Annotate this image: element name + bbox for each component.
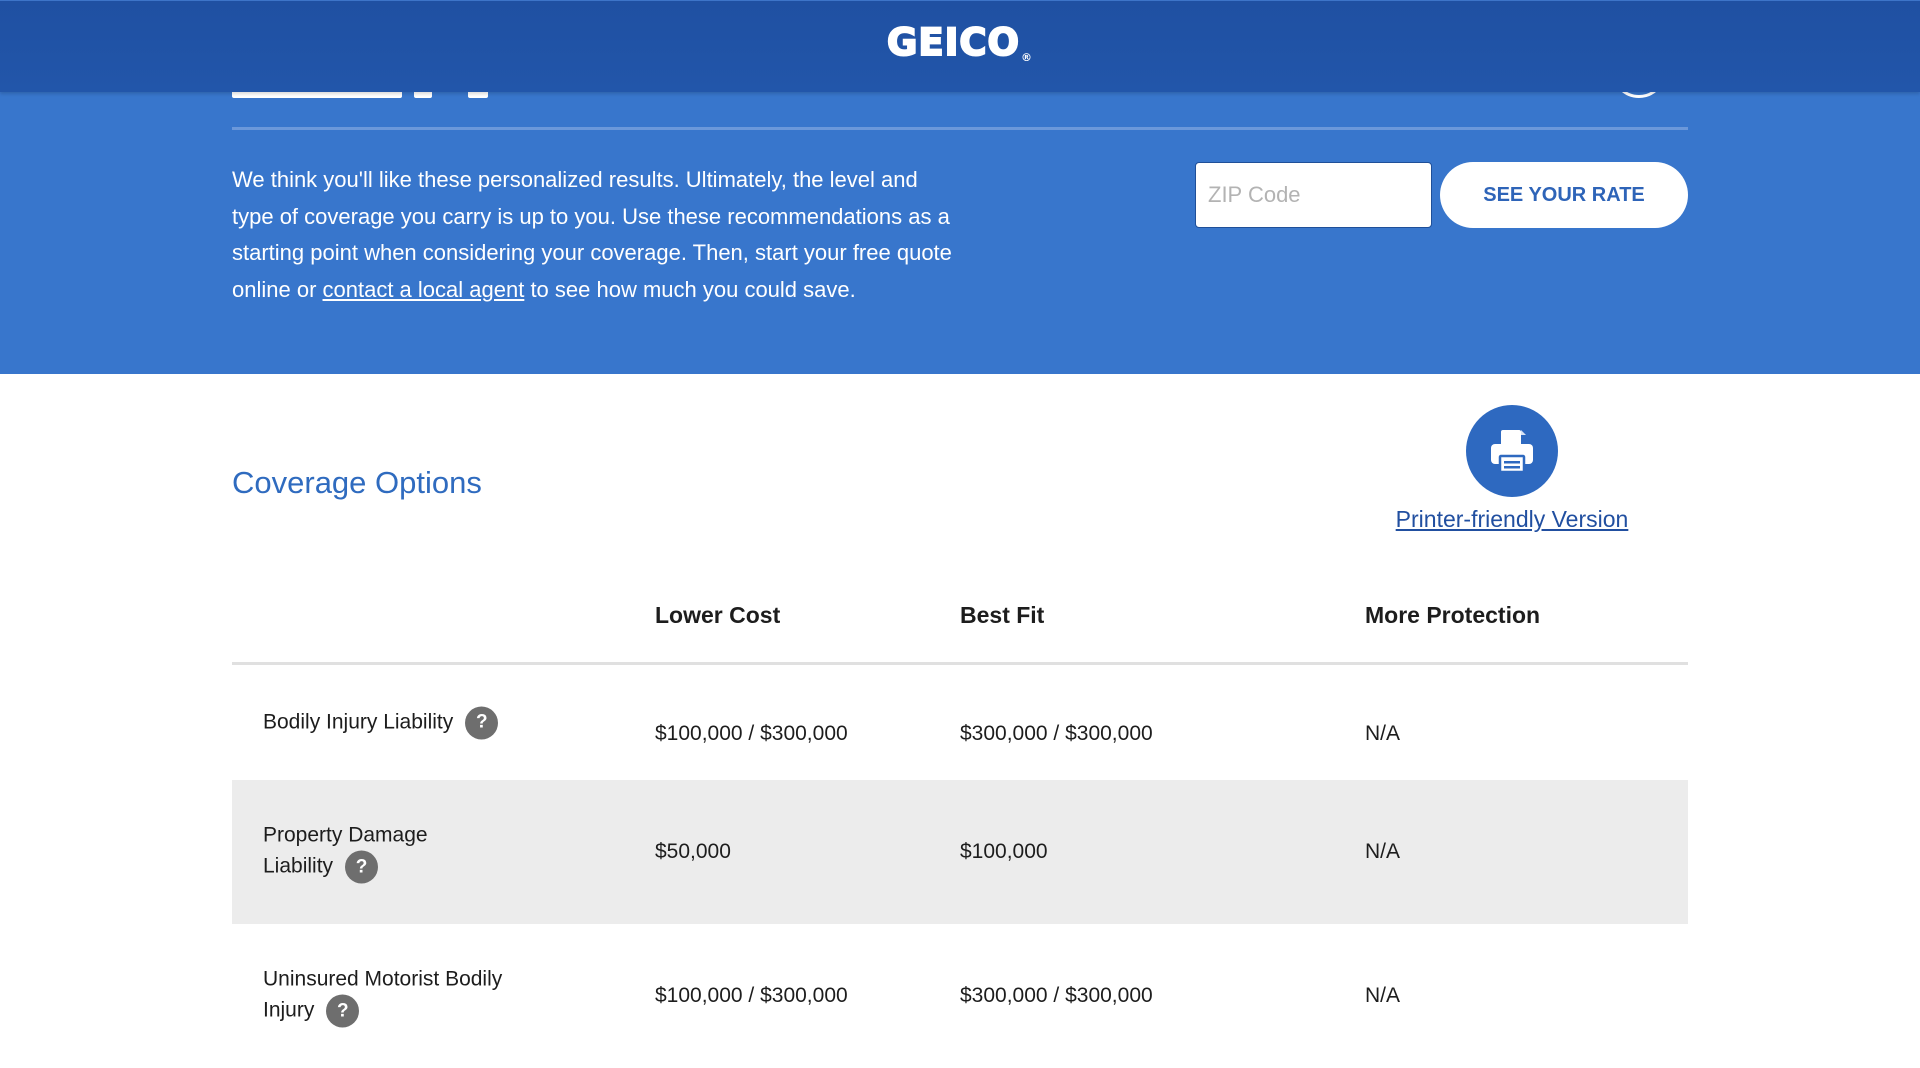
lower-cost-value: $100,000 / $300,000 bbox=[655, 722, 848, 745]
contact-local-agent-link[interactable]: contact a local agent bbox=[323, 277, 525, 302]
table-row: Bodily Injury Liability? $100,000 / $300… bbox=[232, 665, 1688, 780]
logo-text: GEICO bbox=[886, 20, 1021, 65]
column-best-fit: Best Fit bbox=[960, 602, 1045, 628]
coverage-options-title: Coverage Options bbox=[232, 465, 482, 500]
row-label-text: Uninsured Motorist Bodily Injury bbox=[263, 967, 503, 1022]
best-fit-value: $100,000 bbox=[960, 840, 1048, 863]
geico-logo[interactable]: GEICO® bbox=[0, 20, 1920, 65]
row-label: Property Damage Liability? bbox=[263, 821, 503, 884]
help-icon[interactable]: ? bbox=[326, 994, 360, 1028]
lower-cost-value: $50,000 bbox=[655, 840, 731, 863]
top-bar: GEICO® bbox=[0, 0, 1920, 92]
more-protection-value: N/A bbox=[1365, 722, 1401, 745]
coverage-table-header: Lower Cost Best Fit More Protection bbox=[232, 595, 1688, 665]
zip-field bbox=[1195, 162, 1530, 228]
printer-friendly-link[interactable]: Printer-friendly Version bbox=[1380, 506, 1644, 533]
hero-description: We think you'll like these personalized … bbox=[232, 162, 952, 308]
hero-outro-text: to see how much you could save. bbox=[524, 276, 856, 302]
help-icon[interactable]: ? bbox=[465, 706, 499, 739]
hero-section: We think you'll like these personalized … bbox=[0, 68, 1920, 374]
logo-registered-mark: ® bbox=[1021, 51, 1034, 64]
row-label: Bodily Injury Liability? bbox=[263, 706, 503, 739]
column-more-protection: More Protection bbox=[1365, 602, 1541, 628]
more-protection-value: N/A bbox=[1365, 840, 1401, 863]
best-fit-value: $300,000 / $300,000 bbox=[960, 722, 1153, 745]
best-fit-value: $300,000 / $300,000 bbox=[960, 984, 1153, 1007]
more-protection-value: N/A bbox=[1365, 984, 1401, 1007]
column-lower-cost: Lower Cost bbox=[655, 602, 781, 628]
row-label: Uninsured Motorist Bodily Injury? bbox=[263, 965, 503, 1028]
table-row: Uninsured Motorist Bodily Injury? $100,0… bbox=[232, 924, 1688, 1068]
hero-divider bbox=[232, 127, 1688, 130]
printer-icon[interactable] bbox=[1466, 405, 1558, 497]
lower-cost-value: $100,000 / $300,000 bbox=[655, 984, 848, 1007]
row-label-text: Bodily Injury Liability bbox=[263, 710, 454, 734]
see-your-rate-button[interactable]: SEE YOUR RATE bbox=[1440, 162, 1688, 228]
table-row: Property Damage Liability? $50,000 $100,… bbox=[232, 780, 1688, 924]
help-icon[interactable]: ? bbox=[345, 850, 379, 884]
